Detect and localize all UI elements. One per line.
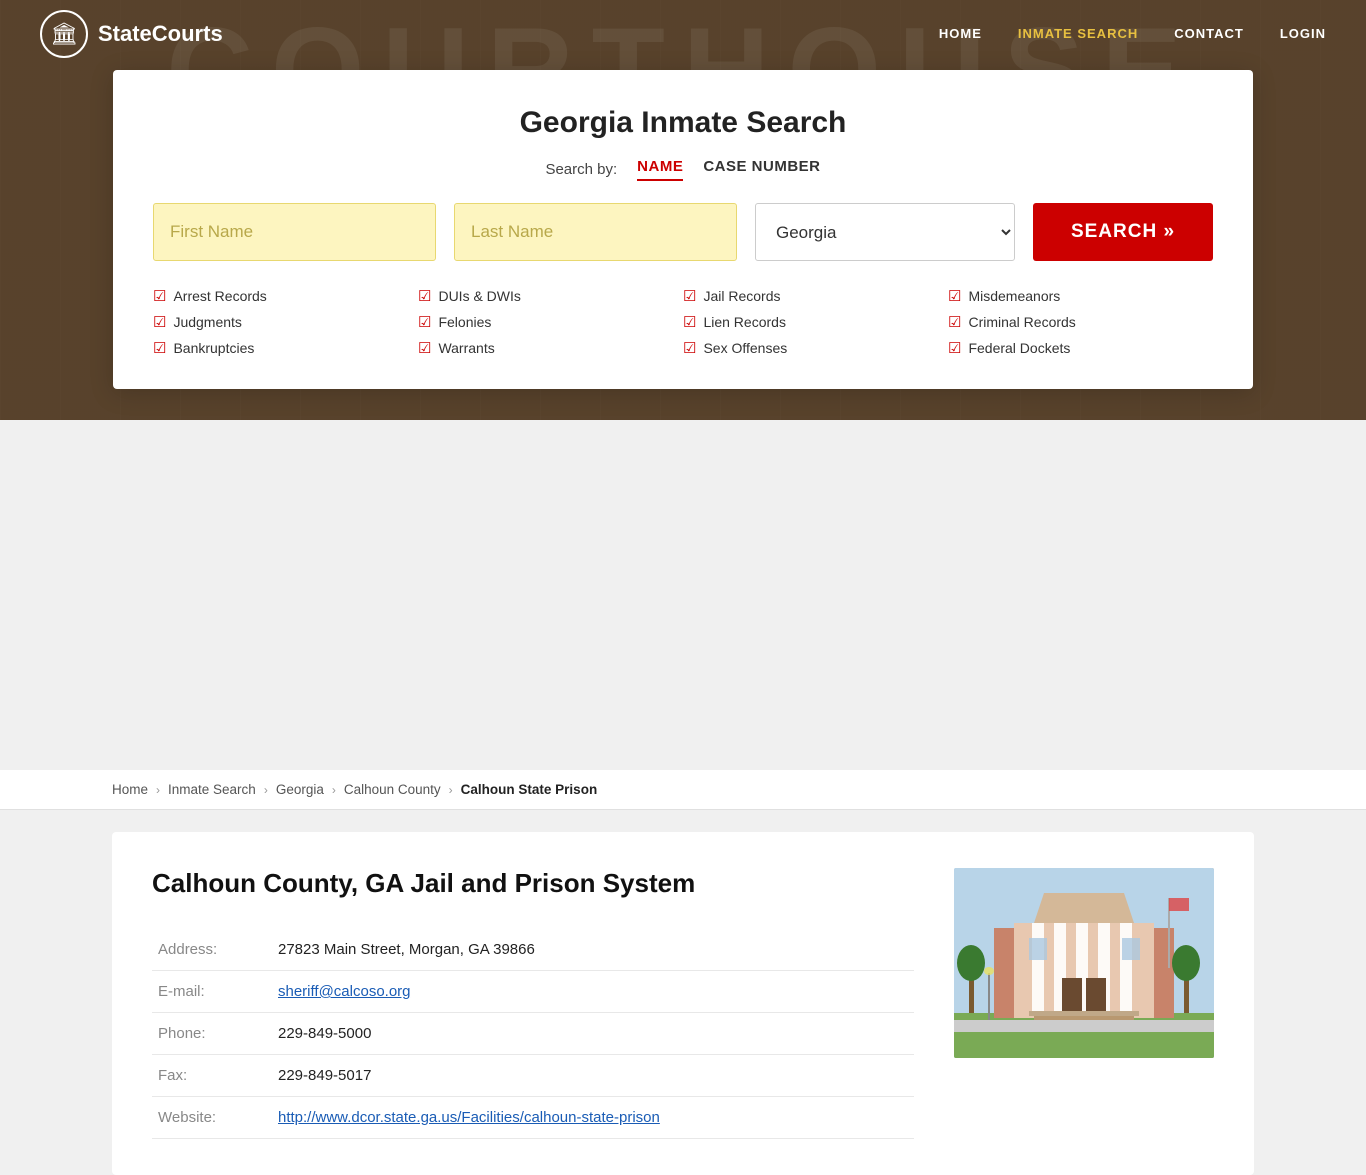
- check-jail-records: ☑ Jail Records: [683, 287, 948, 305]
- breadcrumb-inmate-search[interactable]: Inmate Search: [168, 782, 256, 797]
- check-criminal-records: ☑ Criminal Records: [948, 313, 1213, 331]
- search-inputs-row: Georgia SEARCH »: [153, 203, 1213, 261]
- check-label-criminal: Criminal Records: [968, 314, 1075, 330]
- tab-name[interactable]: NAME: [637, 158, 683, 181]
- checklist-col-1: ☑ Arrest Records ☑ Judgments ☑ Bankruptc…: [153, 287, 418, 357]
- check-judgments: ☑ Judgments: [153, 313, 418, 331]
- check-lien-records: ☑ Lien Records: [683, 313, 948, 331]
- logo-icon: 🏛: [40, 10, 88, 58]
- facility-image: [954, 868, 1214, 1058]
- check-arrest-records: ☑ Arrest Records: [153, 287, 418, 305]
- breadcrumb-sep-4: ›: [449, 783, 453, 797]
- breadcrumb-calhoun-county[interactable]: Calhoun County: [344, 782, 441, 797]
- nav-links: HOME INMATE SEARCH CONTACT LOGIN: [939, 25, 1326, 43]
- email-row: E-mail: sheriff@calcoso.org: [152, 971, 914, 1013]
- website-label: Website:: [152, 1097, 272, 1139]
- breadcrumb-georgia[interactable]: Georgia: [276, 782, 324, 797]
- address-label: Address:: [152, 929, 272, 971]
- check-misdemeanors: ☑ Misdemeanors: [948, 287, 1213, 305]
- email-value: sheriff@calcoso.org: [272, 971, 914, 1013]
- check-warrants: ☑ Warrants: [418, 339, 683, 357]
- search-by-label: Search by:: [545, 161, 617, 178]
- check-icon-12: ☑: [948, 339, 961, 357]
- content-left: Calhoun County, GA Jail and Prison Syste…: [152, 868, 914, 1139]
- nav-logo[interactable]: 🏛 StateCourts: [40, 10, 223, 58]
- breadcrumb-home[interactable]: Home: [112, 782, 148, 797]
- check-federal-dockets: ☑ Federal Dockets: [948, 339, 1213, 357]
- checklist-col-3: ☑ Jail Records ☑ Lien Records ☑ Sex Offe…: [683, 287, 948, 357]
- checklist-col-2: ☑ DUIs & DWIs ☑ Felonies ☑ Warrants: [418, 287, 683, 357]
- check-icon-9: ☑: [683, 339, 696, 357]
- search-card-title: Georgia Inmate Search: [153, 106, 1213, 140]
- facility-info-table: Address: 27823 Main Street, Morgan, GA 3…: [152, 929, 914, 1139]
- check-icon-3: ☑: [153, 339, 166, 357]
- search-by-row: Search by: NAME CASE NUMBER: [153, 158, 1213, 181]
- facility-title: Calhoun County, GA Jail and Prison Syste…: [152, 868, 914, 899]
- fax-row: Fax: 229-849-5017: [152, 1055, 914, 1097]
- checklist-grid: ☑ Arrest Records ☑ Judgments ☑ Bankruptc…: [153, 287, 1213, 357]
- website-row: Website: http://www.dcor.state.ga.us/Fac…: [152, 1097, 914, 1139]
- check-label-arrest: Arrest Records: [173, 288, 266, 304]
- checklist-col-4: ☑ Misdemeanors ☑ Criminal Records ☑ Fede…: [948, 287, 1213, 357]
- check-icon-11: ☑: [948, 313, 961, 331]
- nav-inmate-search[interactable]: INMATE SEARCH: [1018, 26, 1138, 41]
- state-select[interactable]: Georgia: [755, 203, 1015, 261]
- address-row: Address: 27823 Main Street, Morgan, GA 3…: [152, 929, 914, 971]
- check-icon-4: ☑: [418, 287, 431, 305]
- check-label-federal: Federal Dockets: [968, 340, 1070, 356]
- check-icon-5: ☑: [418, 313, 431, 331]
- tab-case-number[interactable]: CASE NUMBER: [703, 158, 820, 181]
- website-link[interactable]: http://www.dcor.state.ga.us/Facilities/c…: [278, 1109, 660, 1126]
- breadcrumb-sep-1: ›: [156, 783, 160, 797]
- check-icon-1: ☑: [153, 287, 166, 305]
- last-name-input[interactable]: [454, 203, 737, 261]
- phone-value: 229-849-5000: [272, 1013, 914, 1055]
- content-card: Calhoun County, GA Jail and Prison Syste…: [112, 832, 1254, 1175]
- check-icon-10: ☑: [948, 287, 961, 305]
- website-value: http://www.dcor.state.ga.us/Facilities/c…: [272, 1097, 914, 1139]
- phone-row: Phone: 229-849-5000: [152, 1013, 914, 1055]
- check-label-duis: DUIs & DWIs: [438, 288, 520, 304]
- breadcrumb-sep-3: ›: [332, 783, 336, 797]
- check-felonies: ☑ Felonies: [418, 313, 683, 331]
- check-icon-7: ☑: [683, 287, 696, 305]
- email-label: E-mail:: [152, 971, 272, 1013]
- check-icon-6: ☑: [418, 339, 431, 357]
- check-label-felonies: Felonies: [438, 314, 491, 330]
- main-nav: 🏛 StateCourts HOME INMATE SEARCH CONTACT…: [0, 0, 1366, 68]
- fax-value: 229-849-5017: [272, 1055, 914, 1097]
- breadcrumb-current: Calhoun State Prison: [461, 782, 598, 797]
- hero-section: COURTHOUSE 🏛 StateCourts HOME INMATE SEA…: [0, 0, 1366, 420]
- phone-label: Phone:: [152, 1013, 272, 1055]
- check-label-lien: Lien Records: [703, 314, 786, 330]
- check-label-sex-offenses: Sex Offenses: [703, 340, 787, 356]
- nav-home[interactable]: HOME: [939, 26, 982, 41]
- breadcrumb: Home › Inmate Search › Georgia › Calhoun…: [0, 770, 1366, 810]
- first-name-input[interactable]: [153, 203, 436, 261]
- check-bankruptcies: ☑ Bankruptcies: [153, 339, 418, 357]
- breadcrumb-sep-2: ›: [264, 783, 268, 797]
- fax-label: Fax:: [152, 1055, 272, 1097]
- check-icon-2: ☑: [153, 313, 166, 331]
- check-label-judgments: Judgments: [173, 314, 241, 330]
- check-label-bankruptcies: Bankruptcies: [173, 340, 254, 356]
- search-button[interactable]: SEARCH »: [1033, 203, 1213, 261]
- search-card: Georgia Inmate Search Search by: NAME CA…: [113, 70, 1253, 389]
- check-label-warrants: Warrants: [438, 340, 494, 356]
- content-wrapper: Calhoun County, GA Jail and Prison Syste…: [0, 832, 1366, 1175]
- nav-login[interactable]: LOGIN: [1280, 26, 1326, 41]
- address-value: 27823 Main Street, Morgan, GA 39866: [272, 929, 914, 971]
- email-link[interactable]: sheriff@calcoso.org: [278, 983, 411, 1000]
- check-sex-offenses: ☑ Sex Offenses: [683, 339, 948, 357]
- check-label-jail: Jail Records: [703, 288, 780, 304]
- logo-text: StateCourts: [98, 21, 223, 47]
- check-icon-8: ☑: [683, 313, 696, 331]
- check-label-misdemeanors: Misdemeanors: [968, 288, 1060, 304]
- nav-contact[interactable]: CONTACT: [1174, 26, 1244, 41]
- check-duis: ☑ DUIs & DWIs: [418, 287, 683, 305]
